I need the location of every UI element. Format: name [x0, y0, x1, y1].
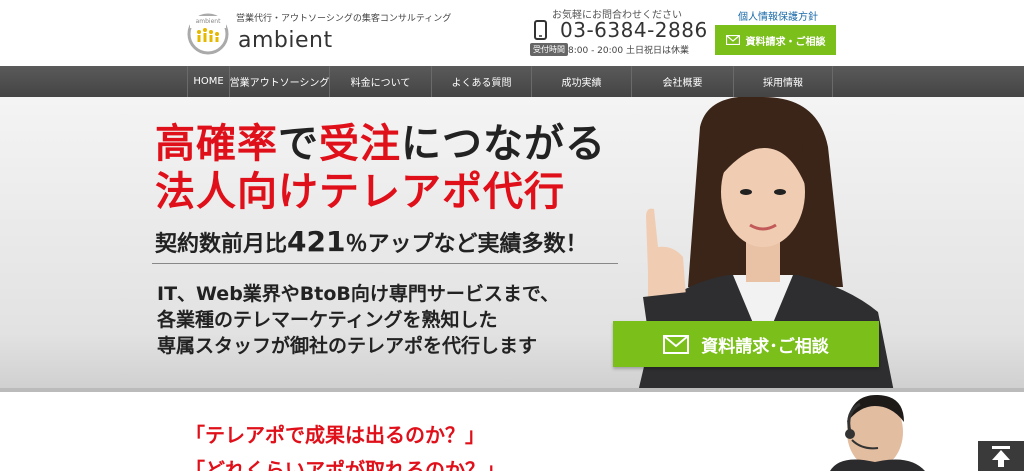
stat-number: 421	[287, 225, 346, 258]
headline-word-order: 受注	[319, 121, 401, 167]
phone-icon	[534, 20, 547, 40]
stat-prefix: 契約数前月比	[155, 232, 288, 257]
hero-description: IT、Web業界やBtoB向け専門サービスまで、 各業種のテレマーケティングを熟…	[157, 281, 559, 359]
desc-line-3: 専属スタッフが御社のテレアポを代行します	[157, 335, 538, 357]
nav-item-results[interactable]: 成功実績	[531, 66, 631, 97]
site-tagline: 営業代行・アウトソーシングの集客コンサルティング	[236, 14, 452, 24]
hero-contact-label: 資料請求･ご相談	[701, 336, 829, 357]
headline-word-connect: につながる	[401, 121, 606, 167]
logo-small-text: ambient	[196, 18, 221, 25]
nav-item-outsourcing[interactable]: 営業アウトソーシング	[229, 66, 329, 97]
nav-item-faq[interactable]: よくある質問	[431, 66, 531, 97]
nav-item-home[interactable]: HOME	[187, 66, 229, 97]
desc-line-1: IT、Web業界やBtoB向け専門サービスまで、	[157, 283, 560, 305]
nav-item-company[interactable]: 会社概要	[631, 66, 733, 97]
hero-contact-button[interactable]: 資料請求･ご相談	[613, 321, 879, 367]
main-nav: HOME 営業アウトソーシング 料金について よくある質問 成功実績 会社概要 …	[0, 66, 1024, 97]
header-contact-button[interactable]: 資料請求・ご相談	[715, 25, 836, 55]
hero-headline-1: 高確率で受注につながる	[155, 120, 606, 168]
hours-badge: 受付時間	[530, 43, 568, 56]
stat-suffix: ％アップなど実績多数！	[345, 232, 588, 257]
desc-line-2: 各業種のテレマーケティングを熟知した	[157, 309, 498, 331]
site-header: ambient 営業代行・アウトソーシングの集客コンサルティング ambient…	[0, 0, 1024, 66]
question-quote-1: 「テレアポで成果は出るのか？」	[185, 423, 485, 447]
hero-headline-2: 法人向けテレアポ代行	[155, 169, 565, 215]
headline-word-accuracy: 高確率	[155, 121, 278, 167]
back-to-top-button[interactable]	[978, 441, 1024, 471]
hero-stat-line: 契約数前月比421％アップなど実績多数！	[155, 225, 587, 258]
logo-icon[interactable]: ambient	[186, 8, 230, 56]
lower-section: 「テレアポで成果は出るのか？」 「どれくらいアポが取れるのか？」	[0, 392, 1024, 471]
header-contact-label: 資料請求・ご相談	[745, 36, 826, 48]
privacy-policy-link[interactable]: 個人情報保護方針	[738, 8, 818, 23]
hero-banner: 高確率で受注につながる 法人向けテレアポ代行 契約数前月比421％アップなど実績…	[0, 97, 1024, 392]
brand-name[interactable]: ambient	[238, 28, 333, 53]
hero-divider	[152, 263, 618, 264]
business-hours: 8:00 - 20:00 土日祝日は休業	[568, 46, 689, 56]
page-top-icon	[992, 446, 1010, 467]
mail-icon	[663, 334, 690, 354]
headline-particle: で	[278, 121, 319, 167]
question-quote-2: 「どれくらいアポが取れるのか？」	[185, 458, 505, 471]
nav-item-recruit[interactable]: 採用情報	[733, 66, 833, 97]
nav-item-pricing[interactable]: 料金について	[329, 66, 431, 97]
phone-number[interactable]: 03-6384-2886	[560, 18, 708, 42]
mail-icon	[725, 35, 740, 45]
operator-man-photo	[830, 394, 925, 471]
